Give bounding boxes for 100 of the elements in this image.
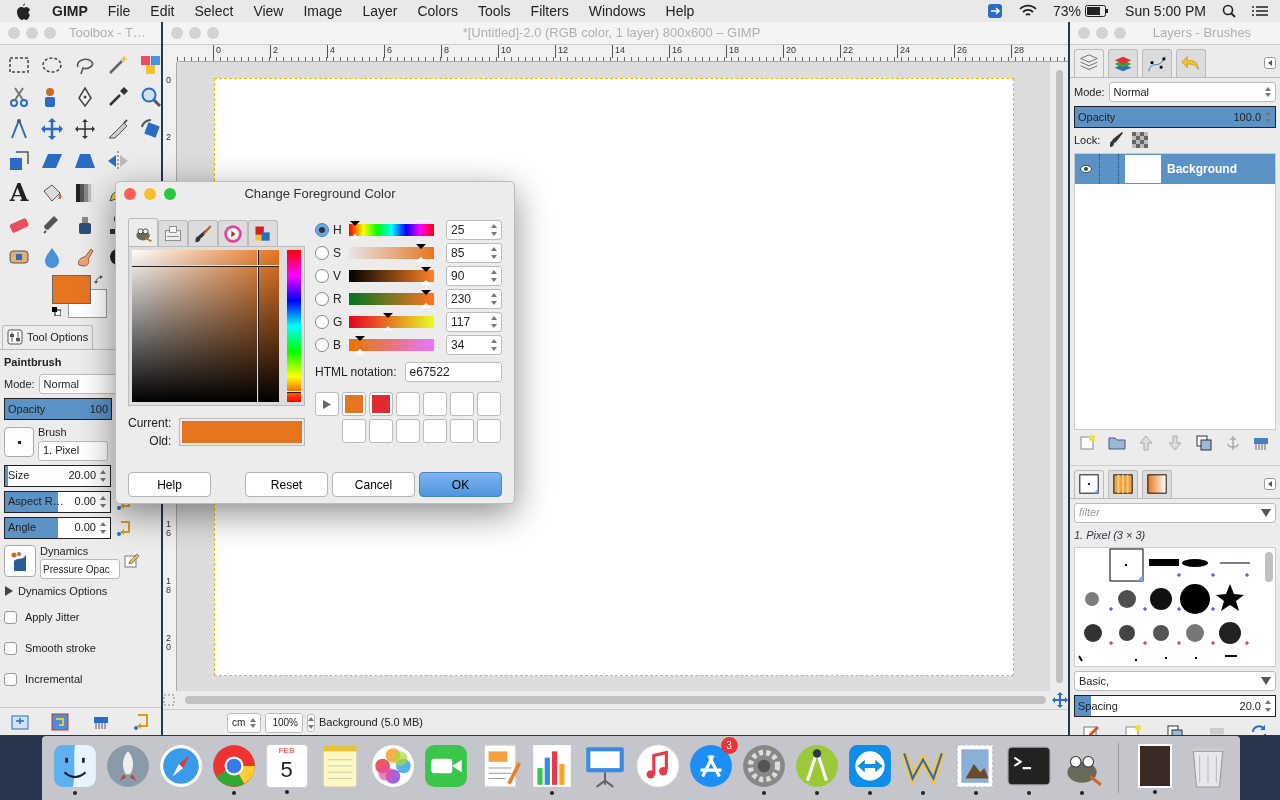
apple-logo-icon[interactable] bbox=[14, 2, 30, 20]
dock-tab[interactable] bbox=[1074, 469, 1104, 498]
channel-slider[interactable] bbox=[349, 224, 434, 236]
ring-logo-icon[interactable] bbox=[210, 743, 257, 789]
history-swatch[interactable] bbox=[477, 392, 501, 416]
duplicate-icon[interactable] bbox=[1194, 433, 1213, 452]
channel-slider[interactable] bbox=[349, 339, 434, 351]
color-swatches-drawing[interactable] bbox=[52, 275, 108, 319]
menu-item[interactable]: View bbox=[243, 0, 294, 22]
dialog-button[interactable]: Reset bbox=[245, 472, 328, 497]
picker-tab[interactable] bbox=[188, 220, 218, 246]
picker-tab[interactable] bbox=[248, 220, 278, 246]
menubar-clock[interactable]: Sun 5:00 PM bbox=[1125, 0, 1206, 22]
history-swatch[interactable] bbox=[423, 392, 447, 416]
history-swatch[interactable] bbox=[342, 419, 366, 443]
channel-slider[interactable] bbox=[349, 293, 434, 305]
history-swatch[interactable] bbox=[396, 419, 420, 443]
reset-icon[interactable] bbox=[115, 519, 131, 536]
paintbrush-icon[interactable] bbox=[1108, 132, 1125, 149]
rotated-square-icon[interactable] bbox=[139, 117, 161, 141]
checkbox[interactable] bbox=[4, 610, 17, 624]
unit-dropdown[interactable]: cm bbox=[227, 712, 261, 733]
dynamics-options-expander[interactable]: Dynamics Options bbox=[4, 583, 108, 600]
opacity-slider[interactable]: Opacity 100.0 bbox=[1074, 106, 1276, 128]
dialog-button[interactable]: Help bbox=[128, 472, 211, 497]
channel-value-field[interactable]: 90 bbox=[446, 266, 502, 286]
smiling-face-icon[interactable] bbox=[51, 743, 98, 789]
eye-icon[interactable] bbox=[1079, 163, 1093, 174]
channel-value-field[interactable]: 34 bbox=[446, 335, 502, 355]
scaling-square-icon[interactable] bbox=[7, 149, 31, 173]
dock-tab[interactable] bbox=[1074, 49, 1104, 77]
menu-item[interactable]: Help bbox=[655, 0, 705, 22]
color-squares-icon[interactable] bbox=[139, 53, 161, 77]
radio-button[interactable] bbox=[315, 338, 329, 352]
battery-icon[interactable] bbox=[1085, 5, 1110, 17]
brush-field[interactable]: 1. Pixel bbox=[38, 440, 108, 461]
horizontal-scrollbar[interactable] bbox=[185, 696, 1046, 704]
history-swatch[interactable] bbox=[423, 419, 447, 443]
brush-preview[interactable] bbox=[4, 427, 34, 458]
mode-dropdown[interactable]: Normal bbox=[1108, 82, 1276, 102]
rocket-icon[interactable] bbox=[104, 743, 151, 789]
scissors-icon[interactable] bbox=[7, 85, 31, 109]
slider-thumb-icon[interactable] bbox=[383, 313, 394, 331]
photo-placeholder[interactable] bbox=[1137, 744, 1172, 788]
channel-value-field[interactable]: 25 bbox=[446, 220, 502, 240]
history-play-button[interactable] bbox=[315, 392, 339, 416]
spin-slider[interactable]: Angle 0.00 bbox=[4, 516, 111, 539]
spin-arrows-icon[interactable] bbox=[99, 520, 107, 535]
radio-button[interactable] bbox=[315, 269, 329, 283]
slider-thumb-icon[interactable] bbox=[420, 267, 431, 285]
dock-tab[interactable] bbox=[1142, 49, 1172, 77]
magnifier-icon[interactable] bbox=[139, 85, 161, 109]
compass-icon[interactable] bbox=[157, 743, 204, 789]
video-camera-icon[interactable] bbox=[422, 743, 469, 789]
spin-arrows-icon[interactable] bbox=[307, 713, 315, 732]
spin-arrows-icon[interactable] bbox=[99, 468, 107, 483]
tool-options-tab[interactable]: Tool Options bbox=[2, 325, 94, 349]
channel-slider[interactable] bbox=[349, 247, 434, 259]
dynamics-preview[interactable] bbox=[4, 544, 36, 577]
slider-thumb-icon[interactable] bbox=[416, 244, 427, 262]
vertical-scrollbar[interactable] bbox=[1265, 552, 1273, 582]
spin-arrows-icon[interactable] bbox=[1264, 699, 1272, 713]
radio-button[interactable] bbox=[315, 223, 329, 237]
drafting-compass-icon[interactable] bbox=[793, 743, 840, 789]
menu-item[interactable]: File bbox=[97, 0, 141, 22]
opacity-slider[interactable]: Opacity 100 bbox=[4, 398, 112, 420]
wifi-icon[interactable] bbox=[1019, 4, 1038, 18]
channel-slider[interactable] bbox=[349, 316, 434, 328]
saturation-value-square[interactable] bbox=[132, 250, 279, 402]
reset-colors-icon[interactable] bbox=[52, 307, 61, 316]
gear-icon[interactable] bbox=[740, 743, 787, 789]
dock-tab[interactable] bbox=[1108, 49, 1138, 77]
menu-item[interactable]: Filters bbox=[520, 0, 579, 22]
swap-arrows-icon[interactable] bbox=[94, 275, 104, 285]
checkerboard-icon[interactable] bbox=[1132, 132, 1149, 149]
arrows-status-icon[interactable] bbox=[987, 3, 1004, 19]
list-icon[interactable] bbox=[1252, 5, 1268, 17]
text-tool-icon[interactable]: A bbox=[9, 181, 29, 205]
flower-icon[interactable] bbox=[369, 743, 416, 789]
align-arrows-icon[interactable] bbox=[73, 117, 97, 141]
history-swatch[interactable] bbox=[396, 392, 420, 416]
menu-item[interactable]: Colors bbox=[407, 0, 468, 22]
history-swatch[interactable] bbox=[477, 419, 501, 443]
knife-icon[interactable] bbox=[106, 117, 130, 141]
restore-options-icon[interactable] bbox=[51, 712, 70, 731]
checkbox[interactable] bbox=[4, 672, 17, 686]
history-swatch[interactable] bbox=[450, 419, 474, 443]
menu-item[interactable]: Image bbox=[293, 0, 353, 22]
save-options-icon[interactable] bbox=[11, 712, 30, 731]
preset-dropdown[interactable]: Basic, bbox=[1074, 671, 1276, 691]
channel-value-field[interactable]: 117 bbox=[446, 312, 502, 332]
reset-icon[interactable] bbox=[131, 712, 150, 731]
menu-item[interactable]: Edit bbox=[140, 0, 185, 22]
channel-slider[interactable] bbox=[349, 270, 434, 282]
menu-item[interactable]: Windows bbox=[578, 0, 656, 22]
dock-tab[interactable] bbox=[1108, 469, 1138, 498]
dynamics-field[interactable]: Pressure Opac bbox=[40, 559, 120, 579]
menu-item[interactable]: Tools bbox=[467, 0, 521, 22]
slider-thumb-icon[interactable] bbox=[349, 221, 360, 239]
gradient-square-icon[interactable] bbox=[73, 181, 97, 205]
